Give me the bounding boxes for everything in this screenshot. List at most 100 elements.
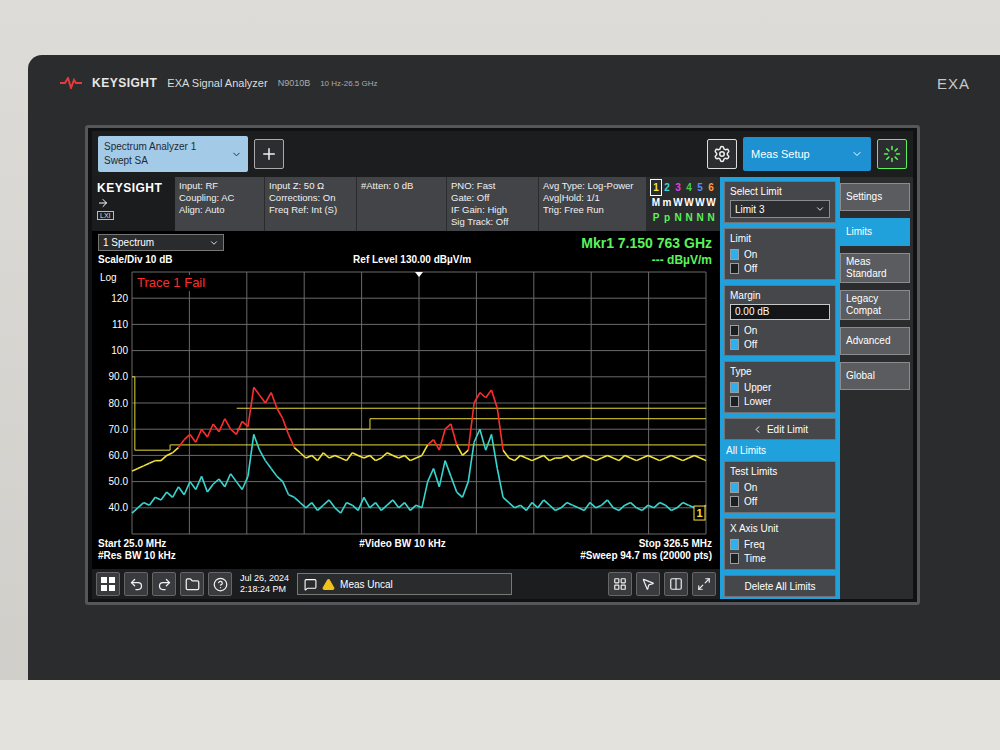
trace-number[interactable]: 2 — [662, 180, 672, 195]
trace-segment — [567, 503, 573, 506]
menu-radio[interactable]: Test LimitsOnOff — [724, 461, 836, 513]
trace-segment — [462, 450, 468, 455]
trace-number[interactable]: 1 — [651, 180, 661, 195]
trace-segment — [132, 508, 138, 513]
trace-type: W — [684, 195, 694, 210]
trace-segment — [294, 497, 300, 502]
edit-limit-button[interactable]: Edit Limit — [724, 418, 836, 440]
y-tick: 110 — [112, 319, 128, 330]
menu-button[interactable]: Delete All Limits — [724, 575, 836, 597]
side-tab[interactable]: Global — [840, 362, 910, 390]
split-button[interactable] — [664, 572, 688, 596]
trace-indicators[interactable]: 123456MmWWWWPpNNNN — [647, 177, 720, 231]
trace-segment — [300, 503, 306, 508]
menu-option[interactable]: On — [730, 480, 830, 494]
message-box[interactable]: Meas Uncal — [297, 573, 512, 595]
chevron-down-icon — [231, 149, 242, 160]
grid-icon — [613, 577, 627, 591]
status-cell[interactable]: Avg Type: Log-PowerAvg|Hold: 1/1Trig: Fr… — [539, 177, 647, 231]
menu-option[interactable]: Off — [730, 337, 830, 351]
touch-button[interactable] — [636, 572, 660, 596]
status-cell[interactable]: PNO: FastGate: OffIF Gain: HighSig Track… — [447, 177, 539, 231]
status-cell[interactable]: Input: RFCoupling: ACAlign: Auto — [175, 177, 265, 231]
undo-button[interactable] — [124, 572, 148, 596]
trace-number[interactable]: 5 — [695, 180, 705, 195]
trace-segment — [694, 455, 700, 458]
side-tab[interactable]: Legacy Compat — [840, 290, 910, 320]
trace-segment — [376, 503, 382, 511]
trace-segment — [277, 476, 283, 481]
add-tab-button[interactable] — [254, 139, 284, 169]
value-field[interactable]: 0.00 dB — [730, 304, 830, 320]
trace-segment — [677, 503, 683, 508]
trace-segment — [294, 448, 300, 453]
trace-segment — [248, 387, 254, 426]
window-select[interactable]: 1 Spectrum — [98, 234, 224, 251]
trace-segment — [584, 503, 590, 511]
trace-number[interactable]: 6 — [706, 180, 716, 195]
meas-setup-menu[interactable]: Meas Setup — [743, 137, 871, 171]
trace-number[interactable]: 4 — [684, 180, 694, 195]
option-indicator — [730, 482, 739, 493]
menu-radio[interactable]: TypeUpperLower — [724, 361, 836, 413]
app-tab[interactable]: Spectrum Analyzer 1Swept SA — [98, 136, 248, 172]
trace-segment — [381, 505, 387, 510]
marker-value: --- dBµV/m — [652, 253, 712, 267]
menu-option[interactable]: Freq — [730, 537, 830, 551]
status-cell[interactable]: Input Z: 50 ΩCorrections: OnFreq Ref: In… — [265, 177, 357, 231]
trace-segment — [202, 429, 208, 437]
redo-button[interactable] — [152, 572, 176, 596]
trace-segment — [190, 434, 196, 442]
trace-segment — [329, 455, 335, 458]
trace-segment — [271, 393, 277, 409]
menu-radio[interactable]: X Axis UnitFreqTime — [724, 518, 836, 570]
trace-segment — [445, 424, 451, 429]
chevron-down-icon — [815, 204, 825, 214]
trace-segment — [578, 508, 584, 511]
start-button[interactable] — [96, 572, 120, 596]
menu-radio[interactable]: LimitOnOff — [724, 228, 836, 280]
side-tab[interactable]: Limits — [840, 218, 910, 246]
menu-option[interactable]: Off — [730, 261, 830, 275]
trace-segment — [683, 458, 689, 461]
trace-number[interactable]: 3 — [673, 180, 683, 195]
help-button[interactable] — [208, 572, 232, 596]
menu-option[interactable]: On — [730, 247, 830, 261]
trace-segment — [665, 505, 671, 510]
chevron-down-icon — [209, 238, 219, 248]
file-button[interactable] — [180, 572, 204, 596]
side-tab[interactable]: Settings — [840, 183, 910, 211]
side-tab[interactable]: Meas Standard — [840, 253, 910, 283]
trace-segment — [648, 505, 654, 508]
status-cell[interactable]: #Atten: 0 dB — [357, 177, 447, 231]
menu-field[interactable]: Margin0.00 dBOnOff — [724, 285, 836, 356]
trace-segment — [225, 419, 231, 429]
limit-verdict: Trace 1 Fail — [137, 275, 205, 290]
trace-type: W — [673, 195, 683, 210]
trace-segment — [555, 457, 561, 459]
settings-button[interactable] — [707, 139, 737, 169]
trace-segment — [161, 492, 167, 500]
trace-segment — [207, 484, 213, 492]
trace-segment — [480, 393, 486, 398]
side-tab[interactable]: Advanced — [840, 327, 910, 355]
menu-option[interactable]: Time — [730, 551, 830, 565]
menu-option[interactable]: Off — [730, 494, 830, 508]
trace-segment — [387, 453, 393, 456]
maximize-button[interactable] — [692, 572, 716, 596]
menu-option[interactable]: On — [730, 323, 830, 337]
trace-segment — [468, 442, 474, 481]
menu-option[interactable]: Upper — [730, 380, 830, 394]
trace-segment — [416, 455, 422, 458]
select-field[interactable]: Limit 3 — [730, 200, 830, 218]
folder-icon — [185, 577, 200, 592]
activity-button[interactable] — [877, 139, 907, 169]
trace-segment — [271, 469, 277, 477]
undo-icon — [129, 577, 144, 592]
menu-option[interactable]: Lower — [730, 394, 830, 408]
trace-segment — [491, 390, 497, 408]
trace-segment — [248, 434, 254, 476]
menu-select[interactable]: Select LimitLimit 3 — [724, 181, 836, 223]
layout-button[interactable] — [608, 572, 632, 596]
trace-segment — [689, 455, 695, 458]
